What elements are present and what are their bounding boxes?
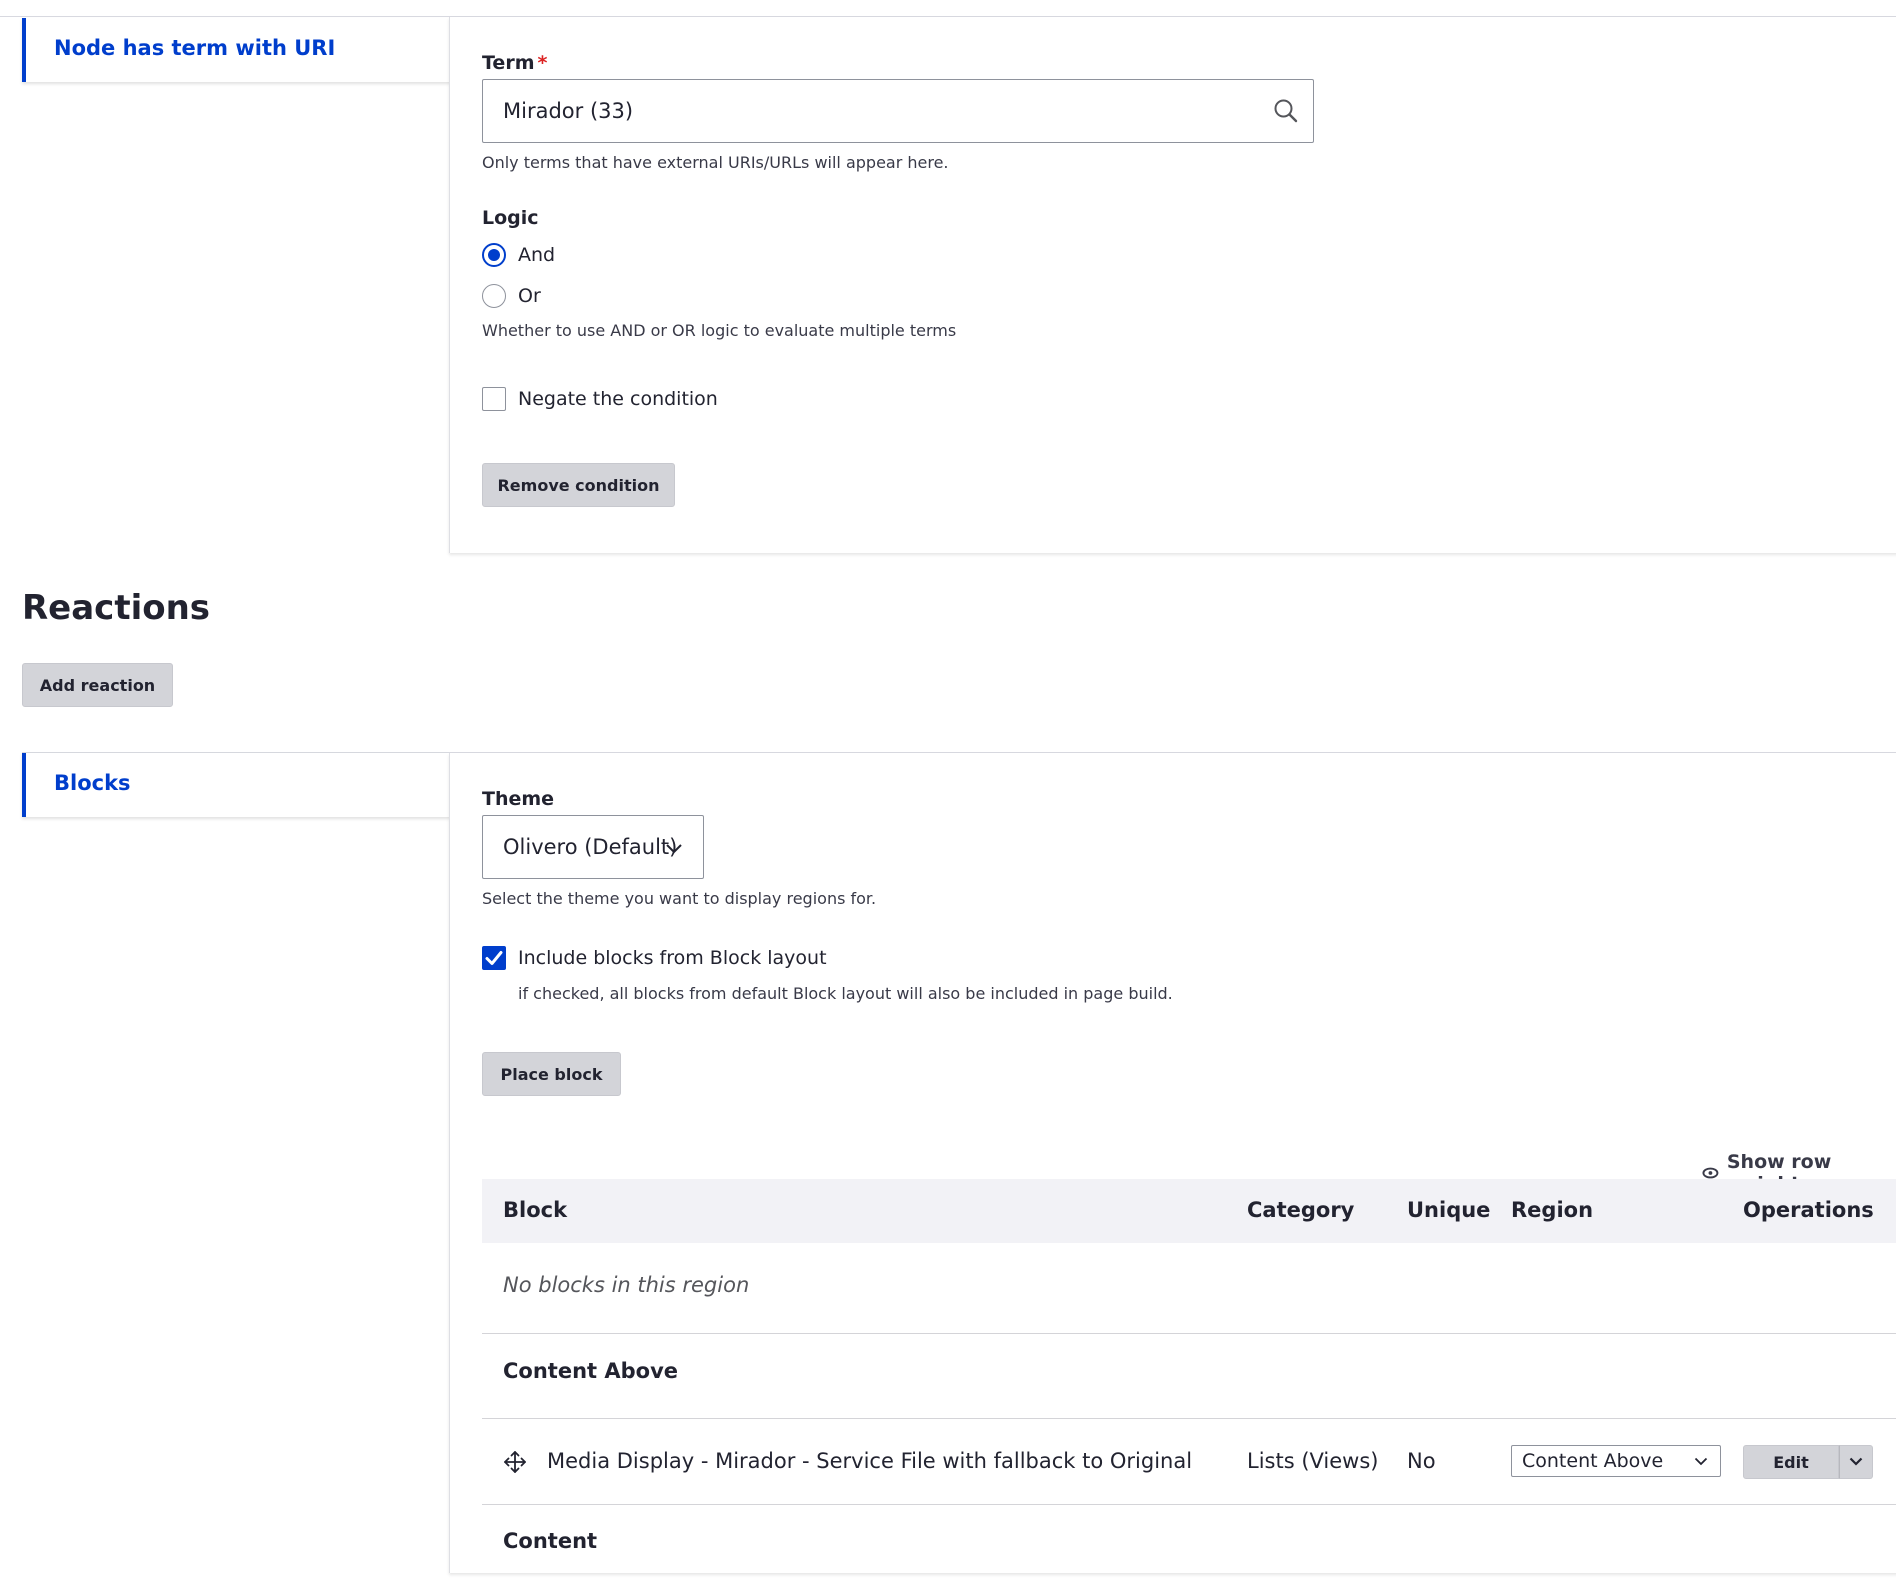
blocks-table: Block Category Unique Region Operations … [482, 1179, 1896, 1579]
region-heading-content: Content [503, 1529, 598, 1553]
column-header-category: Category [1247, 1198, 1355, 1222]
include-blocks-checkbox[interactable] [482, 946, 506, 970]
theme-select[interactable]: Olivero (Default) [482, 815, 704, 879]
block-unique: No [1407, 1449, 1436, 1473]
checkmark-icon [485, 951, 503, 965]
empty-region-message: No blocks in this region [503, 1273, 750, 1297]
condition-pane: Term * Mirador (33) Only terms that have … [449, 17, 1896, 553]
operations-dropdown-toggle[interactable] [1839, 1445, 1873, 1479]
tab-node-has-term-with-uri[interactable]: Node has term with URI [22, 18, 450, 82]
blocks-pane: Theme Olivero (Default) Select the theme… [449, 753, 1896, 1573]
column-header-block: Block [503, 1198, 568, 1222]
term-description: Only terms that have external URIs/URLs … [482, 153, 949, 172]
table-header: Block Category Unique Region Operations [482, 1179, 1896, 1243]
search-icon [1274, 99, 1298, 123]
term-label: Term * [482, 52, 548, 74]
logic-label: Logic [482, 207, 539, 229]
negate-checkbox[interactable] [482, 387, 506, 411]
tab-blocks[interactable]: Blocks [22, 753, 450, 817]
block-name: Media Display - Mirador - Service File w… [547, 1449, 1193, 1473]
negate-label: Negate the condition [518, 388, 718, 410]
include-blocks-label: Include blocks from Block layout [518, 947, 827, 969]
region-heading-content-above: Content Above [503, 1359, 679, 1383]
logic-and-radio[interactable] [482, 243, 506, 267]
tab-label: Blocks [54, 771, 131, 795]
place-block-button[interactable]: Place block [482, 1052, 621, 1096]
logic-or-label: Or [518, 285, 541, 307]
block-category: Lists (Views) [1247, 1449, 1379, 1473]
column-header-unique: Unique [1407, 1198, 1491, 1222]
logic-description: Whether to use AND or OR logic to evalua… [482, 321, 957, 340]
chevron-down-icon [1694, 1457, 1708, 1466]
chevron-down-icon [666, 844, 682, 854]
drag-handle-icon[interactable] [502, 1449, 528, 1475]
eye-icon [1702, 1167, 1719, 1179]
edit-button[interactable]: Edit [1743, 1445, 1839, 1479]
tab-label: Node has term with URI [54, 36, 336, 60]
column-header-operations: Operations [1743, 1198, 1874, 1222]
logic-and-label: And [518, 244, 556, 266]
remove-condition-button[interactable]: Remove condition [482, 463, 675, 507]
region-select[interactable]: Content Above [1511, 1445, 1721, 1477]
theme-label: Theme [482, 788, 555, 810]
include-blocks-description: if checked, all blocks from default Bloc… [518, 984, 1173, 1003]
add-reaction-button[interactable]: Add reaction [22, 663, 173, 707]
table-row: Media Display - Mirador - Service File w… [482, 1419, 1896, 1504]
chevron-down-icon [1849, 1457, 1863, 1466]
reactions-heading: Reactions [22, 588, 211, 628]
theme-description: Select the theme you want to display reg… [482, 889, 877, 908]
logic-or-radio[interactable] [482, 284, 506, 308]
term-autocomplete-input[interactable]: Mirador (33) [482, 79, 1314, 143]
column-header-region: Region [1511, 1198, 1594, 1222]
required-marker: * [537, 52, 548, 74]
